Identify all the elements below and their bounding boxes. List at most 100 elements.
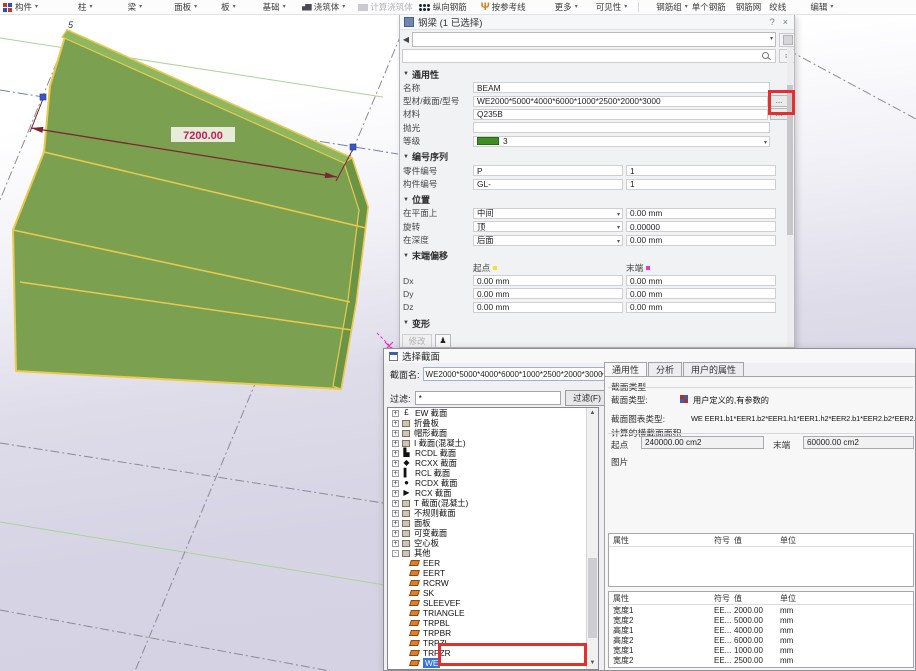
modify-button[interactable]: 修改 xyxy=(402,334,432,348)
rotation-offset-field[interactable]: 0.00000 xyxy=(626,221,776,232)
table-row[interactable]: 高度2EE...6000.00mm xyxy=(609,635,913,645)
beam-solid[interactable] xyxy=(13,30,368,389)
rotation-dropdown[interactable]: 顶▾ xyxy=(473,221,623,232)
scroll-up-icon[interactable]: ▲ xyxy=(587,408,598,419)
assembly-prefix-field[interactable]: GL- xyxy=(473,179,623,190)
expander-icon[interactable]: + xyxy=(392,450,399,457)
expander-icon[interactable]: + xyxy=(392,530,399,537)
dimension-value[interactable]: 7200.00 xyxy=(183,130,223,142)
filter-input[interactable] xyxy=(415,391,561,405)
part-prefix-field[interactable]: P xyxy=(473,165,623,176)
area-start-field[interactable]: 240000.00 cm2 xyxy=(641,436,764,449)
scroll-down-icon[interactable]: ▼ xyxy=(587,658,598,669)
at-depth-dropdown[interactable]: 后面▾ xyxy=(473,235,623,246)
tree-item-TRPBR[interactable]: TRPBR xyxy=(388,628,598,638)
toolbar-item-slab[interactable]: 板▾ xyxy=(221,3,236,12)
scrollbar-thumb[interactable] xyxy=(588,558,597,638)
pick-pin-icon[interactable]: ♟ xyxy=(435,334,451,348)
expander-icon[interactable]: - xyxy=(392,550,399,557)
tab-analysis[interactable]: 分析 xyxy=(648,362,682,377)
toolbar-item-single-rebar[interactable]: 单个钢筋 xyxy=(692,3,726,12)
toolbar-item-pour[interactable]: 浇筑体▾ xyxy=(302,3,346,12)
close-icon[interactable]: × xyxy=(781,17,790,27)
on-plane-offset-field[interactable]: 0.00 mm xyxy=(626,208,776,219)
expander-icon[interactable]: + xyxy=(392,410,399,417)
property-panel-titlebar[interactable]: 钢梁 (1 已选择) ? × xyxy=(400,15,794,30)
dx-start-field[interactable]: 0.00 mm xyxy=(473,275,623,286)
section-name-combobox[interactable]: WE2000*5000*4000*6000*1000*2500*2000*300… xyxy=(423,367,607,381)
expander-icon[interactable]: + xyxy=(392,510,399,517)
tree-item-EER[interactable]: EER xyxy=(388,558,598,568)
expander-icon[interactable]: + xyxy=(392,540,399,547)
dimension-handle[interactable] xyxy=(40,94,46,100)
table-row[interactable]: 宽度1EE...2000.00mm xyxy=(609,605,913,615)
tree-scrollbar[interactable]: ▲ ▼ xyxy=(586,408,598,669)
table-row[interactable]: 宽度2EE...5000.00mm xyxy=(609,615,913,625)
section-numbering[interactable]: ▼编号序列 xyxy=(403,151,788,163)
class-dropdown[interactable]: 3 ▾ xyxy=(473,136,770,147)
expander-icon[interactable]: + xyxy=(392,480,399,487)
toolbar-item-visibility[interactable]: 可见性▾ xyxy=(596,3,628,12)
on-plane-dropdown[interactable]: 中间▾ xyxy=(473,208,623,219)
section-deformation[interactable]: ▼变形 xyxy=(403,317,788,329)
area-end-field[interactable]: 60000.00 cm2 xyxy=(803,436,914,449)
at-depth-offset-field[interactable]: 0.00 mm xyxy=(626,235,776,246)
table-row[interactable]: 高度1EE...4000.00mm xyxy=(609,625,913,635)
finish-field[interactable] xyxy=(473,122,770,133)
tree-item-RCRW[interactable]: RCRW xyxy=(388,578,598,588)
table-row[interactable]: 宽度2EE...2500.00mm xyxy=(609,655,913,665)
section-position[interactable]: ▼位置 xyxy=(403,194,788,206)
toolbar-item-component[interactable]: 构件▾ xyxy=(2,3,38,12)
search-input[interactable] xyxy=(402,49,776,63)
toolbar-item-footing[interactable]: 基础▾ xyxy=(263,3,286,12)
toolbar-item-panel[interactable]: 面板▾ xyxy=(174,3,197,12)
part-start-field[interactable]: 1 xyxy=(626,165,776,176)
filter-button[interactable]: 过滤(F) xyxy=(565,390,610,406)
save-button[interactable] xyxy=(779,33,795,47)
profile-field[interactable]: WE2000*5000*4000*6000*1000*2500*2000*300… xyxy=(473,96,768,107)
section-end-offset[interactable]: ▼末端偏移 xyxy=(403,250,788,262)
tree-item-SLEEVEF[interactable]: SLEEVEF xyxy=(388,598,598,608)
tab-user-attributes[interactable]: 用户的属性 xyxy=(683,362,744,377)
tree-item-TRPBL[interactable]: TRPBL xyxy=(388,618,598,628)
toolbar-item-longitudinal-rebar[interactable]: 纵向钢筋 xyxy=(419,3,467,12)
toolbar-item-by-reference-line[interactable]: Ψ按参考线 xyxy=(481,3,526,12)
expander-icon[interactable]: + xyxy=(392,500,399,507)
table-row[interactable]: 宽度1EE...1000.00mm xyxy=(609,645,913,655)
back-button[interactable]: ◀ xyxy=(400,35,412,44)
toolbar-item-rebar-mesh[interactable]: 钢筋网 xyxy=(736,3,762,12)
tree-item-TRIANGLE[interactable]: TRIANGLE xyxy=(388,608,598,618)
dialog-titlebar[interactable]: 选择截面 xyxy=(384,349,915,363)
toolbar-item-beam[interactable]: 梁▾ xyxy=(128,3,143,12)
dimension-handle[interactable] xyxy=(350,144,356,150)
toolbar-item-column[interactable]: 柱▾ xyxy=(78,3,93,12)
expander-icon[interactable]: + xyxy=(392,460,399,467)
dx-end-field[interactable]: 0.00 mm xyxy=(626,275,776,286)
section-general[interactable]: ▼通用性 xyxy=(403,68,788,80)
dz-end-field[interactable]: 0.00 mm xyxy=(626,302,776,313)
expander-icon[interactable]: + xyxy=(392,430,399,437)
tree-item-SK[interactable]: SK xyxy=(388,588,598,598)
expander-icon[interactable]: + xyxy=(392,470,399,477)
material-field[interactable]: Q235B xyxy=(473,109,768,120)
dy-start-field[interactable]: 0.00 mm xyxy=(473,288,623,299)
dy-end-field[interactable]: 0.00 mm xyxy=(626,288,776,299)
toolbar-item-edit[interactable]: 编辑▾ xyxy=(810,3,833,12)
tree-item-其他[interactable]: -其他 xyxy=(388,548,598,558)
toolbar-item-more[interactable]: 更多▾ xyxy=(555,3,578,12)
assembly-start-field[interactable]: 1 xyxy=(626,179,776,190)
name-field[interactable]: BEAM xyxy=(473,82,770,93)
section-tree[interactable]: +£EW 截面+折叠板+帽形截面+I 截面(混凝土)+▙RCDL 截面+◆RCX… xyxy=(387,407,599,670)
tree-item-EERT[interactable]: EERT xyxy=(388,568,598,578)
toolbar-item-rebar-group[interactable]: 钢筋组▾ xyxy=(656,3,688,12)
toolbar-item-strand[interactable]: 绞线 xyxy=(769,3,786,12)
expander-icon[interactable]: + xyxy=(392,490,399,497)
help-icon[interactable]: ? xyxy=(768,17,777,27)
expander-icon[interactable]: + xyxy=(392,520,399,527)
expander-icon[interactable]: + xyxy=(392,440,399,447)
dz-start-field[interactable]: 0.00 mm xyxy=(473,302,623,313)
expander-icon[interactable]: + xyxy=(392,420,399,427)
attributes-table[interactable]: 属性符号值单位宽度1EE...2000.00mm宽度2EE...5000.00m… xyxy=(608,591,914,668)
attributes-table-empty[interactable]: 属性符号值单位 xyxy=(608,533,914,587)
preset-combobox[interactable]: ▾ xyxy=(412,32,776,47)
